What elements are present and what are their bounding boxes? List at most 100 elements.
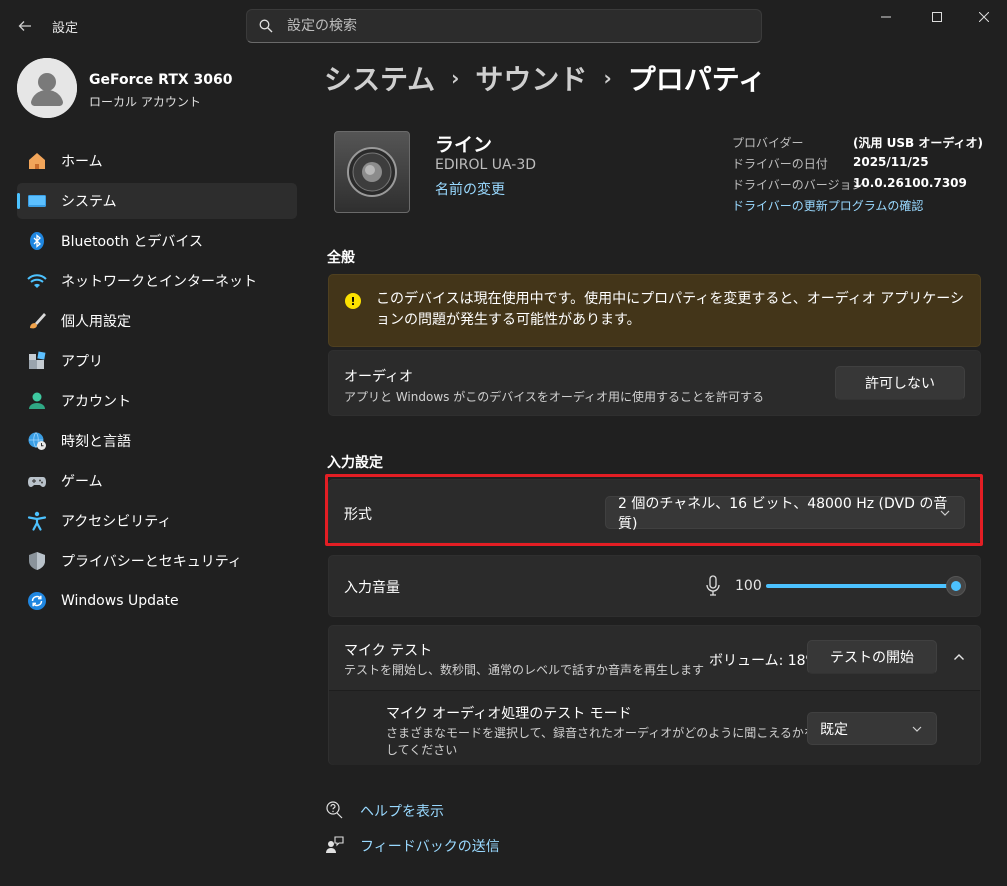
search-icon [259,19,273,33]
mic-test-card: マイク テスト テストを開始し、数秒間、通常のレベルで話すか音声を再生します ボ… [328,625,981,765]
driver-version-value: 10.0.26100.7309 [853,176,967,190]
account-icon [26,390,48,412]
sidebar-item-label: 時刻と言語 [61,434,131,450]
feedback-icon [326,836,344,853]
sidebar-item-label: 個人用設定 [61,314,131,330]
section-title-general: 全般 [327,250,355,266]
driver-update-link[interactable]: ドライバーの更新プログラムの確認 [732,197,923,214]
sidebar-nav: ホーム システム Bluetooth とデバイス ネットワークとインターネット … [17,143,297,623]
sidebar-item-network[interactable]: ネットワークとインターネット [17,263,297,299]
page-title: プロパティ [627,63,767,96]
sidebar-item-personalization[interactable]: 個人用設定 [17,303,297,339]
speaker-device-icon [334,131,410,213]
driver-version-label: ドライバーのバージョン [732,178,864,192]
sidebar-item-label: ゲーム [61,474,103,490]
section-title-input: 入力設定 [327,455,383,471]
minimize-button[interactable] [863,0,909,34]
sidebar-item-label: Windows Update [61,593,179,609]
home-icon [26,150,48,172]
system-icon [26,190,48,212]
warning-icon: ! [345,293,361,309]
mic-test-subtitle: テストを開始し、数秒間、通常のレベルで話すか音声を再生します [344,663,705,677]
device-name: ライン [435,134,493,156]
help-icon [326,801,343,819]
brush-icon [26,310,48,332]
sidebar-item-accessibility[interactable]: アクセシビリティ [17,503,297,539]
sidebar-item-label: ホーム [61,154,103,170]
audio-title: オーディオ [344,369,414,385]
collapse-button[interactable] [945,642,973,672]
shield-icon [26,550,48,572]
close-button[interactable] [961,0,1007,34]
chevron-up-icon [954,654,964,660]
sidebar-item-label: プライバシーとセキュリティ [61,554,242,570]
input-volume-value: 100 [735,578,762,594]
mic-volume-readout: ボリューム: 18% [709,653,819,669]
volume-slider-track[interactable] [766,584,956,588]
bluetooth-icon [26,230,48,252]
breadcrumb-sound[interactable]: サウンド [475,58,587,98]
sidebar-item-label: Bluetooth とデバイス [61,234,203,250]
breadcrumb-separator: › [603,66,612,90]
sidebar-item-label: アクセシビリティ [61,514,172,530]
update-icon [26,590,48,612]
help-link[interactable]: ヘルプを表示 [360,801,444,821]
breadcrumb-separator: › [451,66,460,90]
driver-provider-value: (汎用 USB オーディオ) [853,136,984,150]
globe-clock-icon [26,430,48,452]
warning-text: このデバイスは現在使用中です。使用中にプロパティを変更すると、オーディオ アプリ… [376,291,964,328]
user-name: GeForce RTX 3060 [89,72,233,88]
sidebar-item-gaming[interactable]: ゲーム [17,463,297,499]
audio-subtitle: アプリと Windows がこのデバイスをオーディオ用に使用することを許可する [344,390,764,404]
start-test-button[interactable]: テストの開始 [807,640,937,674]
search-input[interactable] [287,18,687,34]
volume-slider-thumb[interactable] [946,576,966,596]
account-type: ローカル アカウント [89,95,201,109]
avatar[interactable] [17,58,77,118]
microphone-icon [706,575,720,596]
driver-date-label: ドライバーの日付 [732,157,828,171]
mode-subtitle-line2: してください [386,743,458,757]
sidebar-item-label: アプリ [61,354,103,370]
sidebar-item-system[interactable]: システム [17,183,297,219]
sidebar-item-accounts[interactable]: アカウント [17,383,297,419]
search-box[interactable] [246,9,762,43]
sidebar-item-label: システム [61,194,117,210]
input-volume-card: 入力音量 100 [328,555,981,617]
app-title: 設定 [52,21,79,36]
back-button[interactable] [10,12,40,40]
feedback-link[interactable]: フィードバックの送信 [360,836,500,856]
warning-infobar: ! このデバイスは現在使用中です。使用中にプロパティを変更すると、オーディオ ア… [328,274,981,347]
sidebar-item-home[interactable]: ホーム [17,143,297,179]
user-avatar-icon [17,58,77,118]
maximize-button[interactable] [914,0,960,34]
disallow-button[interactable]: 許可しない [835,366,965,400]
driver-date-value: 2025/11/25 [853,155,929,169]
sidebar-item-label: アカウント [61,394,131,410]
highlight-frame [325,474,983,546]
mic-test-title: マイク テスト [344,643,433,659]
accessibility-icon [26,510,48,532]
sidebar-item-windows-update[interactable]: Windows Update [17,583,297,619]
sidebar-item-apps[interactable]: アプリ [17,343,297,379]
rename-link[interactable]: 名前の変更 [435,179,505,199]
driver-provider-label: プロバイダー [732,136,804,150]
minimize-icon [881,16,891,18]
input-volume-label: 入力音量 [344,580,400,596]
mode-value: 既定 [820,721,848,738]
divider [329,690,980,691]
maximize-icon [932,12,942,22]
sidebar-item-bluetooth[interactable]: Bluetooth とデバイス [17,223,297,259]
sidebar-item-privacy[interactable]: プライバシーとセキュリティ [17,543,297,579]
breadcrumb-system[interactable]: システム [324,58,435,98]
mode-dropdown[interactable]: 既定 [807,712,937,745]
device-model: EDIROL UA-3D [435,157,537,173]
close-icon [979,12,989,22]
chevron-down-icon [912,726,922,732]
back-arrow-icon [18,21,31,31]
sidebar-item-label: ネットワークとインターネット [61,274,257,290]
sidebar-item-time-language[interactable]: 時刻と言語 [17,423,297,459]
mode-subtitle-line1: さまざまなモードを選択して、録音されたオーディオがどのように聞こえるかを確認 [386,726,840,740]
wifi-icon [26,270,48,292]
audio-setting-card: オーディオ アプリと Windows がこのデバイスをオーディオ用に使用すること… [328,350,981,416]
